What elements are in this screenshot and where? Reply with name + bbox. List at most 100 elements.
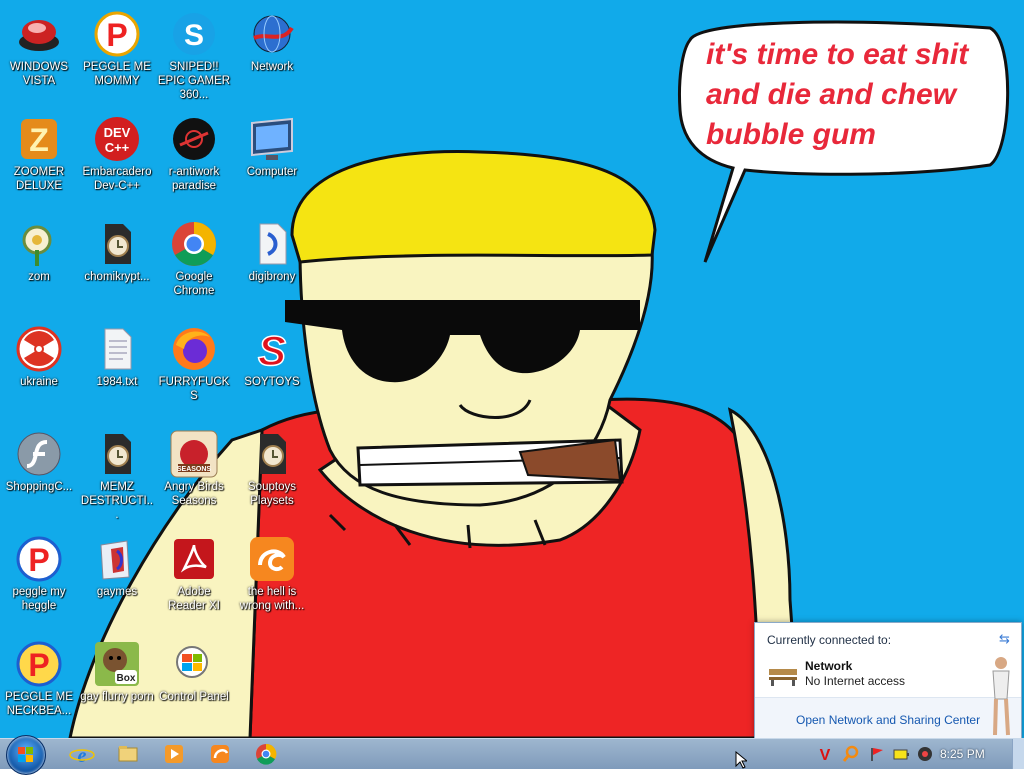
- desktop-icon-gay-flurry-porn[interactable]: Box gay flurry porn: [80, 636, 154, 736]
- volume-icon: [918, 747, 932, 761]
- desktop-icon-windows-vista[interactable]: WINDOWS VISTA: [2, 6, 76, 106]
- plants-vs-zombies-icon: [15, 220, 63, 268]
- network-globe-icon: [248, 10, 296, 58]
- taskbar-uc-browser[interactable]: [202, 742, 238, 766]
- taskbar-internet-explorer[interactable]: e: [64, 742, 100, 767]
- taskbar-media-player[interactable]: [156, 742, 192, 766]
- flash-icon: [15, 430, 63, 478]
- taskbar-clock[interactable]: 8:25 PM: [940, 747, 985, 761]
- desktop-icon-label: Google Chrome: [173, 271, 215, 297]
- desktop-icon-label: MEMZ DESTRUCTI...: [80, 481, 154, 521]
- desktop-icon-label: SNIPED!! EPIC GAMER 360...: [157, 61, 231, 101]
- svg-text:Z: Z: [29, 122, 49, 158]
- svg-text:V: V: [820, 747, 831, 763]
- desktop-icon-furryfucks[interactable]: FURRYFUCKS: [157, 321, 231, 421]
- desktop-icon-label: chomikrypt...: [84, 271, 150, 283]
- svg-text:P: P: [28, 542, 49, 578]
- angry-birds-icon: SEASONS: [170, 430, 218, 478]
- vivaldi-icon: V: [820, 747, 831, 764]
- desktop-icon-embarcadero-dev-cpp[interactable]: DEV C++ Embarcadero Dev-C++: [80, 111, 154, 211]
- tray-volume[interactable]: [916, 745, 934, 763]
- svg-text:S: S: [258, 327, 286, 373]
- desktop-icon-label: 1984.txt: [96, 376, 138, 388]
- devcpp-icon: DEV C++: [93, 115, 141, 163]
- desktop-icon-sniped-epic-gamer[interactable]: S SNIPED!! EPIC GAMER 360...: [157, 6, 231, 106]
- svg-text:DEV: DEV: [104, 125, 131, 140]
- uc-browser-icon: [211, 745, 229, 763]
- desktop-icon-gaymes[interactable]: gaymes: [80, 531, 154, 631]
- desktop-icon-peggle-my-heggle[interactable]: P peggle my heggle: [2, 531, 76, 631]
- digibrony-icon: [248, 220, 296, 268]
- radiation-icon: [15, 325, 63, 373]
- desktop-icon-label: ukraine: [20, 376, 58, 388]
- tray-search[interactable]: [842, 745, 860, 763]
- desktop-icon-peggle-me-mommy[interactable]: P PEGGLE ME MOMMY: [80, 6, 154, 106]
- tray-flag[interactable]: [868, 745, 886, 763]
- taskbar-explorer[interactable]: [110, 742, 146, 766]
- desktop-icon-digibrony[interactable]: digibrony: [235, 216, 309, 316]
- open-network-sharing-center-link[interactable]: Open Network and Sharing Center: [796, 713, 980, 727]
- desktop-icon-chomikrypt[interactable]: chomikrypt...: [80, 216, 154, 316]
- desktop-icon-1984-txt[interactable]: 1984.txt: [80, 321, 154, 421]
- desktop[interactable]: it's time to eat shit and die and chew b…: [0, 0, 1024, 738]
- svg-text:Box: Box: [117, 673, 136, 684]
- desktop-icon-shoppingc[interactable]: ShoppingC...: [2, 426, 76, 526]
- refresh-arrows-icon[interactable]: ⇆: [999, 631, 1010, 647]
- antiwork-icon: [170, 115, 218, 163]
- svg-text:e: e: [78, 745, 87, 766]
- search-icon: [842, 745, 859, 762]
- desktop-icon-zoomer-deluxe[interactable]: Z ZOOMER DELUXE: [2, 111, 76, 211]
- tray-battery[interactable]: [892, 745, 910, 763]
- desktop-icon-peggle-me-neckbea[interactable]: P PEGGLE ME NECKBEA...: [2, 636, 76, 736]
- desktop-icon-label: PEGGLE ME MOMMY: [83, 61, 151, 87]
- desktop-icon-angry-birds-seasons[interactable]: SEASONS Angry Birds Seasons: [157, 426, 231, 526]
- desktop-icon-soytoys[interactable]: S SOYTOYS: [235, 321, 309, 421]
- desktop-icon-network[interactable]: Network: [235, 6, 309, 106]
- desktop-icon-memz-destructi[interactable]: MEMZ DESTRUCTI...: [80, 426, 154, 526]
- desktop-icon-label: WINDOWS VISTA: [9, 61, 69, 87]
- taskbar-chrome[interactable]: [248, 742, 284, 766]
- firefox-icon: [170, 325, 218, 373]
- desktop-icon-the-hell-is-wrong[interactable]: the hell is wrong with...: [235, 531, 309, 631]
- zoomer-deluxe-icon: Z: [15, 115, 63, 163]
- tray-vivaldi[interactable]: V: [816, 745, 834, 764]
- chrome-icon: [256, 743, 277, 765]
- taskbar: e V 8:25 PM: [0, 735, 1024, 775]
- figure-illustration-icon: [987, 655, 1015, 738]
- mouse-cursor-icon: [735, 750, 749, 774]
- network-bench-icon: [767, 661, 799, 692]
- desktop-icon-control-panel[interactable]: Control Panel: [157, 636, 231, 736]
- internet-explorer-icon: e: [69, 745, 95, 767]
- svg-text:P: P: [106, 17, 127, 53]
- desktop-icon-label: Network: [250, 61, 294, 73]
- start-button[interactable]: [6, 735, 46, 775]
- desktop-icon-ukraine[interactable]: ukraine: [2, 321, 76, 421]
- show-desktop-button[interactable]: [1012, 739, 1024, 769]
- desktop-icon-adobe-reader-xi[interactable]: Adobe Reader XI: [157, 531, 231, 631]
- svg-text:SEASONS: SEASONS: [177, 466, 212, 473]
- network-name: Network: [805, 659, 853, 673]
- desktop-icon-label: Embarcadero Dev-C++: [82, 166, 152, 192]
- desktop-icon-label: digibrony: [248, 271, 296, 283]
- desktop-icon-label: the hell is wrong with...: [239, 586, 305, 612]
- chrome-icon: [170, 220, 218, 268]
- desktop-icon-zom[interactable]: zom: [2, 216, 76, 316]
- control-panel-icon: [170, 640, 218, 688]
- speech-bubble-text: it's time to eat shit and die and chew b…: [706, 35, 1006, 155]
- desktop-icon-label: zom: [28, 271, 50, 283]
- speech-line-3: bubble gum: [706, 118, 876, 151]
- desktop-icon-label: SOYTOYS: [244, 376, 300, 388]
- desktop-icon-r-antiwork-paradise[interactable]: r-antiwork paradise: [157, 111, 231, 211]
- flag-icon: [871, 748, 883, 761]
- adobe-reader-icon: [170, 535, 218, 583]
- desktop-icon-label: Souptoys Playsets: [248, 481, 296, 507]
- uc-browser-icon: [248, 535, 296, 583]
- desktop-icon-google-chrome[interactable]: Google Chrome: [157, 216, 231, 316]
- svg-text:P: P: [28, 647, 49, 683]
- desktop-icon-computer[interactable]: Computer: [235, 111, 309, 211]
- yellow-cap: [290, 150, 657, 264]
- peggle-icon: P: [15, 640, 63, 688]
- computer-icon: [248, 115, 296, 163]
- box-beaver-icon: Box: [93, 640, 141, 688]
- desktop-icon-souptoys-playsets[interactable]: Souptoys Playsets: [235, 426, 309, 526]
